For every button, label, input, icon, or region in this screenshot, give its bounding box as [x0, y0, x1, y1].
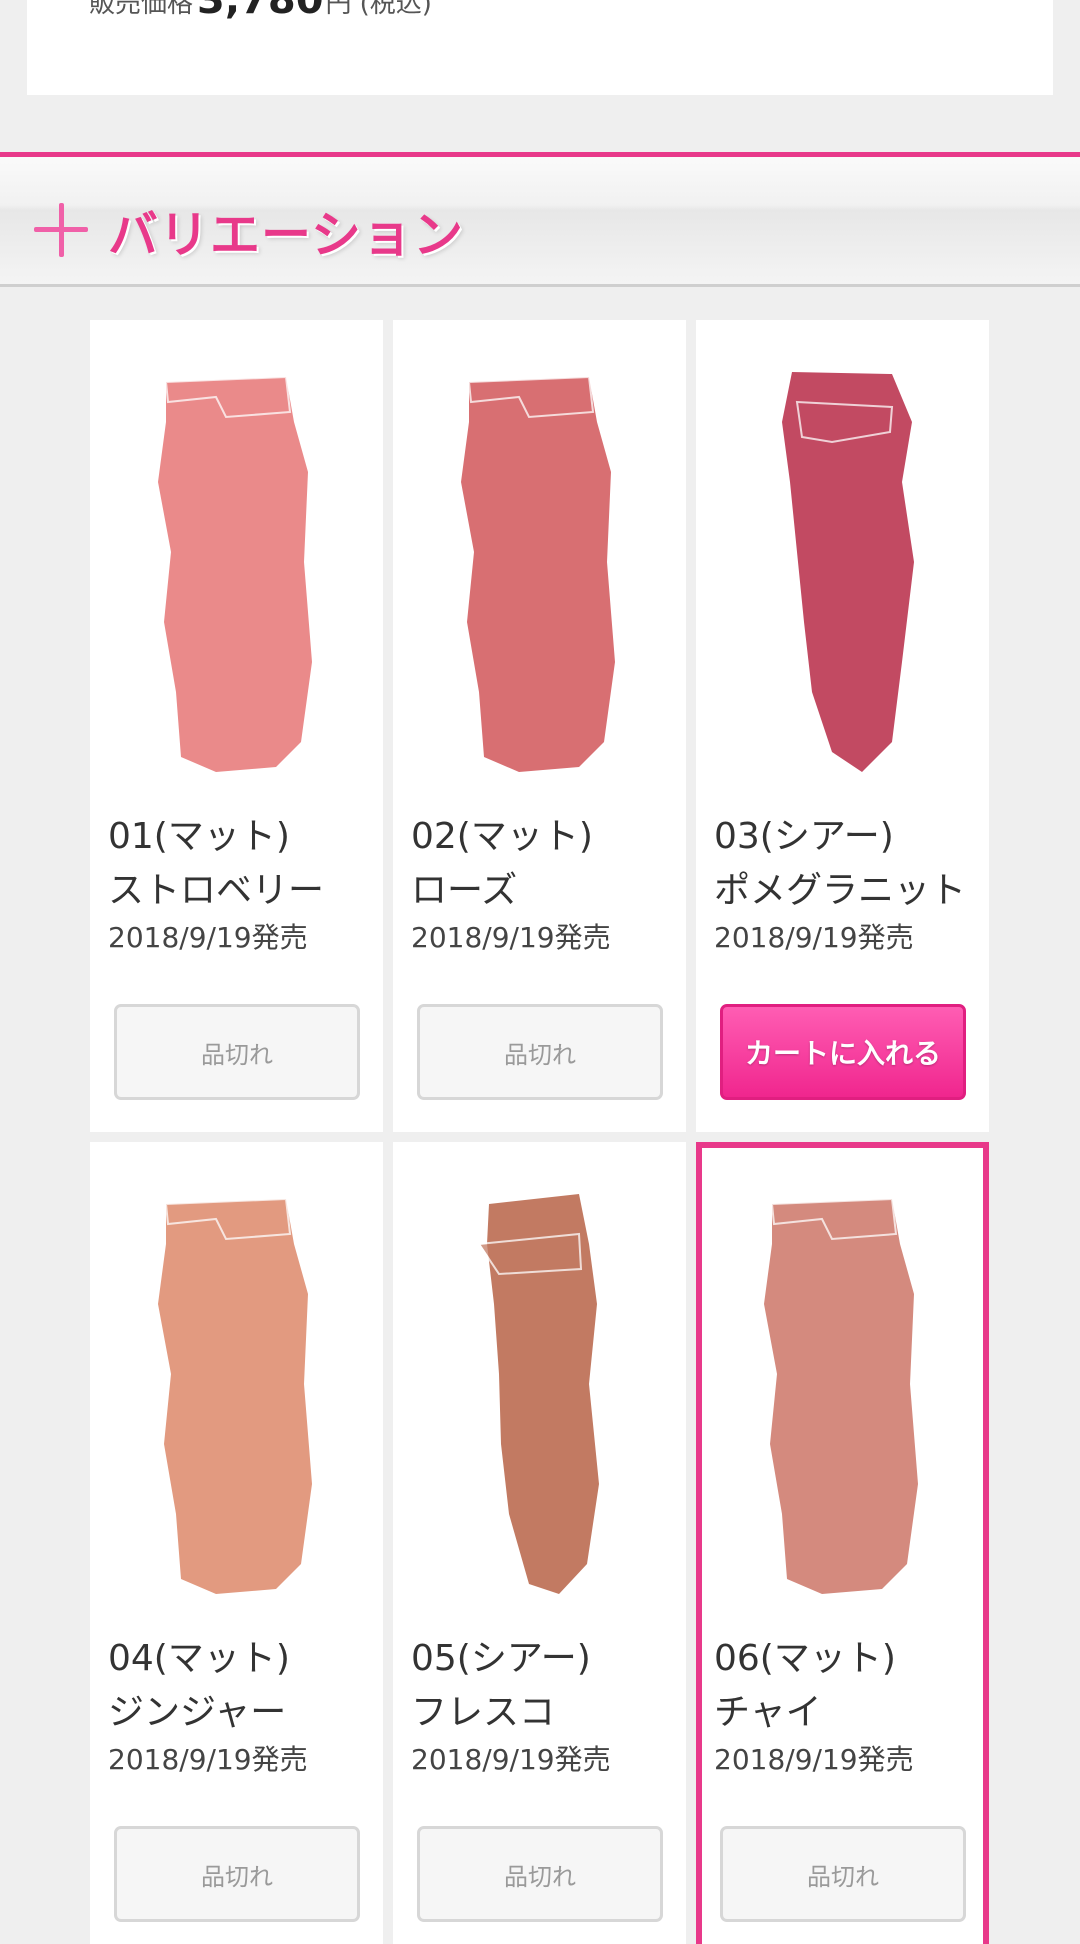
variation-name: 06(マット) チャイ — [714, 1632, 984, 1740]
swatch-image — [90, 320, 383, 820]
variation-card: 05(シアー) フレスコ 2018/9/19発売 品切れ — [393, 1142, 686, 1944]
variation-section-header: バリエーション — [0, 152, 1080, 287]
variation-shade: ローズ — [411, 870, 518, 911]
product-page: 販売価格 3,780 円 (税込) バリエーション 01(マット) ストロベリー… — [0, 0, 1080, 1944]
variation-code: 06(マット) — [714, 1638, 896, 1679]
variation-code: 02(マット) — [411, 816, 593, 857]
variation-shade: ポメグラニット — [714, 870, 967, 911]
color-swatch-icon — [764, 1197, 918, 1594]
price-amount: 3,780 — [197, 0, 324, 23]
variation-code: 03(シアー) — [714, 816, 894, 857]
variation-name: 04(マット) ジンジャー — [108, 1632, 378, 1740]
release-date: 2018/9/19発売 — [411, 921, 611, 954]
price-tax-note: (税込) — [359, 0, 432, 19]
sold-out-button: 品切れ — [720, 1826, 966, 1922]
swatch-image — [696, 320, 989, 820]
price-card: 販売価格 3,780 円 (税込) — [27, 0, 1053, 95]
sold-out-button: 品切れ — [417, 1826, 663, 1922]
color-swatch-icon — [158, 1197, 312, 1594]
variation-code: 01(マット) — [108, 816, 290, 857]
sold-out-button: 品切れ — [417, 1004, 663, 1100]
color-swatch-icon — [477, 1194, 599, 1594]
release-date: 2018/9/19発売 — [108, 1743, 308, 1776]
price-label: 販売価格 — [89, 0, 194, 19]
variation-name: 01(マット) ストロベリー — [108, 810, 378, 918]
variation-card: 01(マット) ストロベリー 2018/9/19発売 品切れ — [90, 320, 383, 1132]
swatch-image — [393, 1142, 686, 1642]
variation-code: 04(マット) — [108, 1638, 290, 1679]
variation-shade: ストロベリー — [108, 870, 325, 911]
variation-card: 02(マット) ローズ 2018/9/19発売 品切れ — [393, 320, 686, 1132]
release-date: 2018/9/19発売 — [108, 921, 308, 954]
swatch-image — [696, 1142, 989, 1642]
price-currency: 円 — [325, 0, 352, 19]
color-swatch-icon — [782, 372, 914, 772]
variation-name: 03(シアー) ポメグラニット — [714, 810, 984, 918]
variation-title: バリエーション — [108, 206, 464, 264]
variation-card: 03(シアー) ポメグラニット 2018/9/19発売 カートに入れる — [696, 320, 989, 1132]
color-swatch-icon — [158, 375, 312, 772]
release-date: 2018/9/19発売 — [411, 1743, 611, 1776]
variation-shade: フレスコ — [411, 1692, 556, 1733]
variation-shade: ジンジャー — [108, 1692, 287, 1733]
variation-shade: チャイ — [714, 1692, 822, 1733]
plus-icon — [34, 203, 88, 257]
color-swatch-icon — [461, 375, 615, 772]
variation-name: 05(シアー) フレスコ — [411, 1632, 681, 1740]
add-to-cart-button[interactable]: カートに入れる — [720, 1004, 966, 1100]
release-date: 2018/9/19発売 — [714, 1743, 914, 1776]
variation-card-selected[interactable]: 06(マット) チャイ 2018/9/19発売 品切れ — [696, 1142, 989, 1944]
sold-out-button: 品切れ — [114, 1004, 360, 1100]
sold-out-button: 品切れ — [114, 1826, 360, 1922]
variation-name: 02(マット) ローズ — [411, 810, 681, 918]
release-date: 2018/9/19発売 — [714, 921, 914, 954]
variation-card: 04(マット) ジンジャー 2018/9/19発売 品切れ — [90, 1142, 383, 1944]
price-line: 販売価格 3,780 円 (税込) — [89, 0, 432, 20]
swatch-image — [393, 320, 686, 820]
variation-code: 05(シアー) — [411, 1638, 591, 1679]
swatch-image — [90, 1142, 383, 1642]
